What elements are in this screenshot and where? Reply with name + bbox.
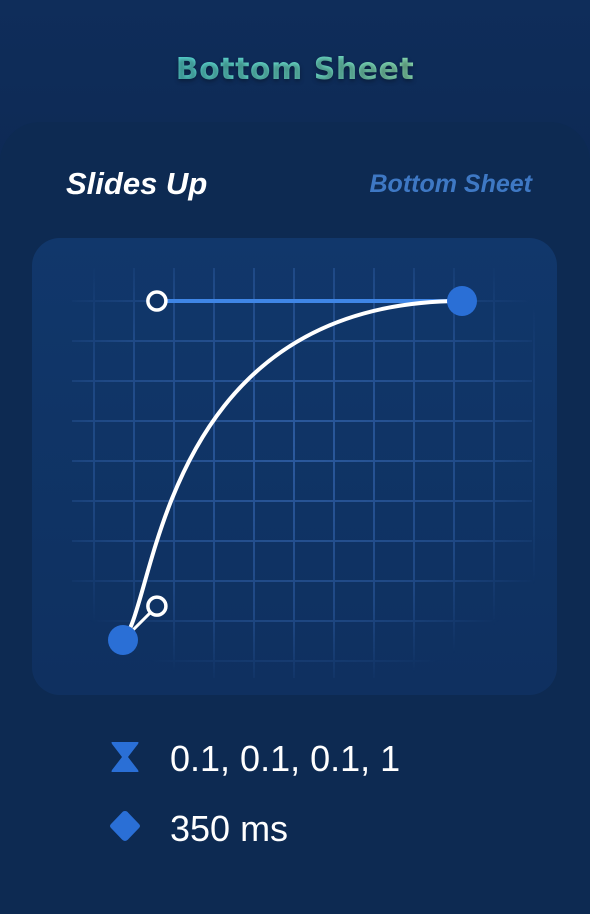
easing-value: 0.1, 0.1, 0.1, 1 bbox=[170, 738, 401, 779]
start-point[interactable] bbox=[108, 625, 138, 655]
card-subtitle: Bottom Sheet bbox=[369, 170, 533, 198]
page-title: Bottom Sheet bbox=[0, 52, 590, 87]
control-point-2[interactable] bbox=[146, 290, 168, 312]
diamond-icon bbox=[108, 809, 142, 850]
card-title: Slides Up bbox=[66, 166, 208, 201]
duration-value: 350 ms bbox=[170, 808, 289, 849]
control-point-1[interactable] bbox=[146, 595, 168, 617]
easing-row: 0.1, 0.1, 0.1, 1 bbox=[108, 738, 400, 780]
duration-row: 350 ms bbox=[108, 808, 288, 850]
bezier-curve-preview bbox=[32, 238, 557, 695]
bezier-curve-svg bbox=[72, 268, 535, 678]
hourglass-icon bbox=[108, 739, 142, 780]
end-point[interactable] bbox=[447, 286, 477, 316]
